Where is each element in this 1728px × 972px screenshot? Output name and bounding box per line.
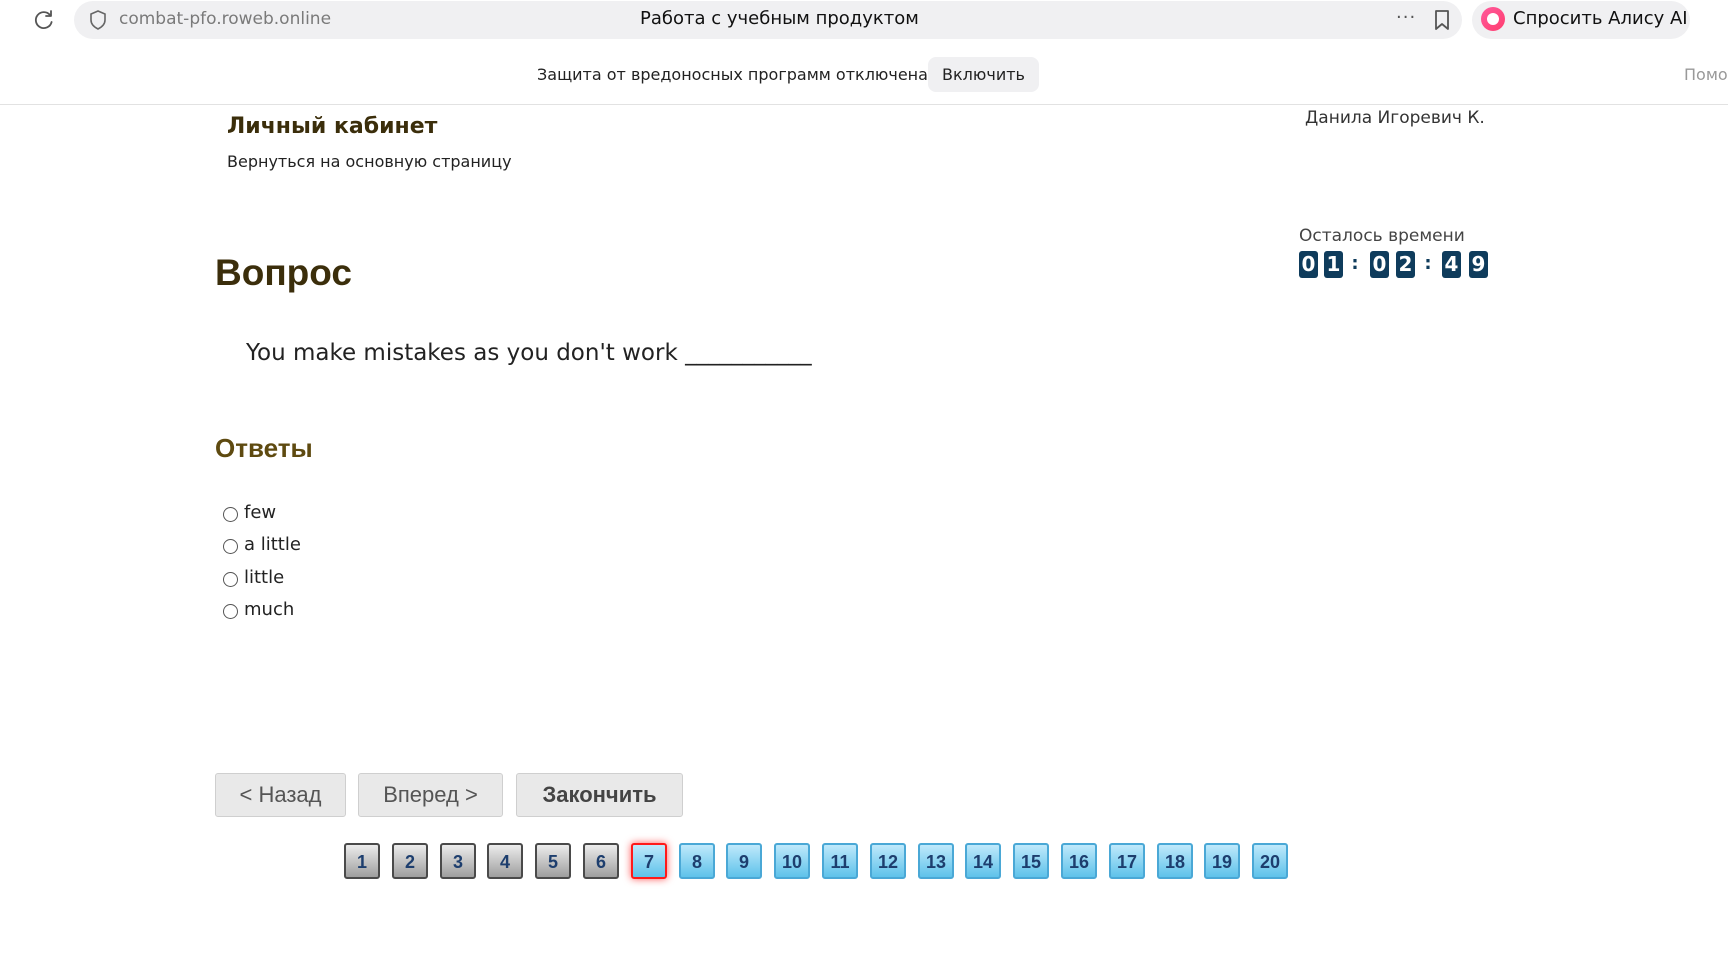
answer-label[interactable]: few bbox=[244, 502, 276, 523]
answer-label[interactable]: little bbox=[244, 567, 284, 588]
timer-digit: 0 bbox=[1299, 251, 1318, 278]
alice-label[interactable]: Спросить Алису AI bbox=[1513, 8, 1688, 29]
shield-icon[interactable] bbox=[88, 9, 108, 31]
timer-digit: 0 bbox=[1370, 251, 1389, 278]
page-button-18[interactable]: 18 bbox=[1157, 843, 1193, 879]
bookmark-icon[interactable] bbox=[1431, 9, 1453, 31]
page-button-1[interactable]: 1 bbox=[344, 843, 380, 879]
answer-option[interactable]: a little bbox=[223, 532, 301, 556]
answer-option[interactable]: little bbox=[223, 565, 284, 589]
page-button-5[interactable]: 5 bbox=[535, 843, 571, 879]
page-button-10[interactable]: 10 bbox=[774, 843, 810, 879]
page-button-14[interactable]: 14 bbox=[965, 843, 1001, 879]
timer-digit: 4 bbox=[1442, 251, 1461, 278]
url-text[interactable]: combat-pfo.roweb.online bbox=[119, 9, 331, 29]
page-button-20[interactable]: 20 bbox=[1252, 843, 1288, 879]
security-infobar: Защита от вредоносных программ отключена… bbox=[0, 40, 1728, 105]
help-link[interactable]: Помо bbox=[1684, 65, 1728, 84]
page-button-7[interactable]: 7 bbox=[631, 843, 667, 879]
answer-option[interactable]: few bbox=[223, 500, 276, 524]
page-button-9[interactable]: 9 bbox=[726, 843, 762, 879]
page-button-11[interactable]: 11 bbox=[822, 843, 858, 879]
radio-button[interactable] bbox=[223, 538, 238, 554]
page-button-16[interactable]: 16 bbox=[1061, 843, 1097, 879]
timer-digit: 2 bbox=[1396, 251, 1415, 278]
timer-separator: : bbox=[1424, 253, 1432, 274]
page-button-6[interactable]: 6 bbox=[583, 843, 619, 879]
finish-button[interactable]: Закончить bbox=[516, 773, 683, 817]
radio-button[interactable] bbox=[223, 571, 238, 587]
question-text: You make mistakes as you don't work ____… bbox=[246, 340, 812, 366]
answer-label[interactable]: a little bbox=[244, 534, 301, 555]
more-icon[interactable]: ··· bbox=[1396, 7, 1416, 28]
page-button-15[interactable]: 15 bbox=[1013, 843, 1049, 879]
radio-button[interactable] bbox=[223, 506, 238, 522]
back-to-main-link[interactable]: Вернуться на основную страницу bbox=[227, 152, 512, 171]
enable-protection-button[interactable]: Включить bbox=[928, 57, 1039, 92]
page-button-19[interactable]: 19 bbox=[1204, 843, 1240, 879]
page-title: Личный кабинет bbox=[227, 114, 438, 139]
timer-separator: : bbox=[1351, 253, 1359, 274]
tab-title: Работа с учебным продуктом bbox=[640, 8, 919, 29]
browser-toolbar: combat-pfo.roweb.online Работа с учебным… bbox=[0, 0, 1728, 40]
answer-label[interactable]: much bbox=[244, 599, 294, 620]
page-button-17[interactable]: 17 bbox=[1109, 843, 1145, 879]
reload-icon[interactable] bbox=[32, 8, 56, 32]
page-button-4[interactable]: 4 bbox=[487, 843, 523, 879]
page-button-3[interactable]: 3 bbox=[440, 843, 476, 879]
radio-button[interactable] bbox=[223, 603, 238, 619]
alice-icon bbox=[1481, 7, 1505, 31]
page-button-2[interactable]: 2 bbox=[392, 843, 428, 879]
forward-button[interactable]: Вперед > bbox=[358, 773, 503, 817]
answers-heading: Ответы bbox=[215, 433, 313, 463]
timer-digit: 1 bbox=[1324, 251, 1343, 278]
back-button[interactable]: < Назад bbox=[215, 773, 346, 817]
page-button-8[interactable]: 8 bbox=[679, 843, 715, 879]
question-heading: Вопрос bbox=[215, 252, 352, 293]
user-name: Данила Игоревич К. bbox=[1305, 108, 1485, 128]
timer-digit: 9 bbox=[1469, 251, 1488, 278]
answer-option[interactable]: much bbox=[223, 597, 294, 621]
question-pager: 1 2 3 4 5 6 7 8 9 10 11 12 13 14 15 16 17 18 19 20 bbox=[0, 843, 1728, 879]
page-button-12[interactable]: 12 bbox=[870, 843, 906, 879]
page-button-13[interactable]: 13 bbox=[918, 843, 954, 879]
timer-label: Осталось времени bbox=[1299, 226, 1465, 246]
infobar-message: Защита от вредоносных программ отключена bbox=[537, 65, 928, 84]
